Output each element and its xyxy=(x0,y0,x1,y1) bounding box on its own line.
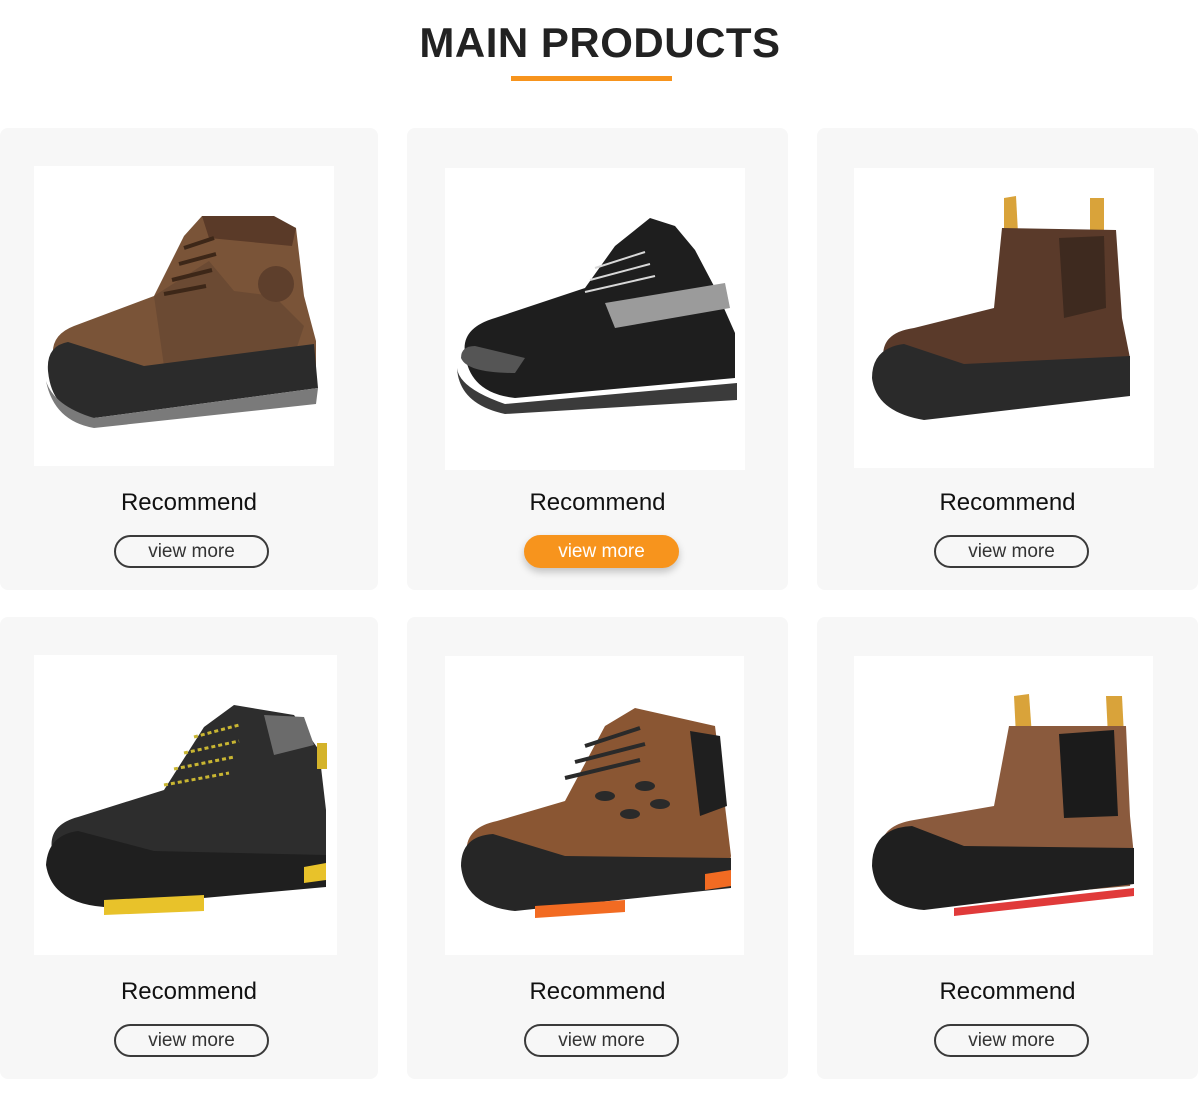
view-more-button[interactable]: view more xyxy=(114,1024,269,1057)
product-label: Recommend xyxy=(939,489,1076,516)
product-card: Recommend view more xyxy=(0,128,378,590)
product-label: Recommend xyxy=(120,978,258,1005)
product-card: Recommend view more xyxy=(817,617,1198,1079)
product-card: Recommend view more xyxy=(407,617,788,1079)
view-more-button[interactable]: view more xyxy=(934,1024,1089,1057)
product-image-black-safety-shoe[interactable] xyxy=(445,168,745,470)
view-more-button[interactable]: view more xyxy=(934,535,1089,568)
product-label: Recommend xyxy=(120,489,258,516)
product-image-brown-hiker-boot[interactable] xyxy=(445,656,744,955)
product-image-black-hiker-boot[interactable] xyxy=(34,655,337,955)
product-card: Recommend view more xyxy=(407,128,788,590)
product-label: Recommend xyxy=(939,978,1076,1005)
product-label: Recommend xyxy=(529,978,666,1005)
product-label: Recommend xyxy=(529,489,666,516)
product-image-brown-lace-boot[interactable] xyxy=(34,166,334,466)
title-underline xyxy=(511,76,672,81)
section-title: MAIN PRODUCTS xyxy=(419,19,781,66)
product-image-brown-chelsea-red-sole[interactable] xyxy=(854,656,1153,955)
product-image-brown-chelsea-boot[interactable] xyxy=(854,168,1154,468)
product-card: Recommend view more xyxy=(817,128,1198,590)
product-card: Recommend view more xyxy=(0,617,378,1079)
view-more-button[interactable]: view more xyxy=(114,535,269,568)
view-more-button[interactable]: view more xyxy=(524,535,679,568)
view-more-button[interactable]: view more xyxy=(524,1024,679,1057)
